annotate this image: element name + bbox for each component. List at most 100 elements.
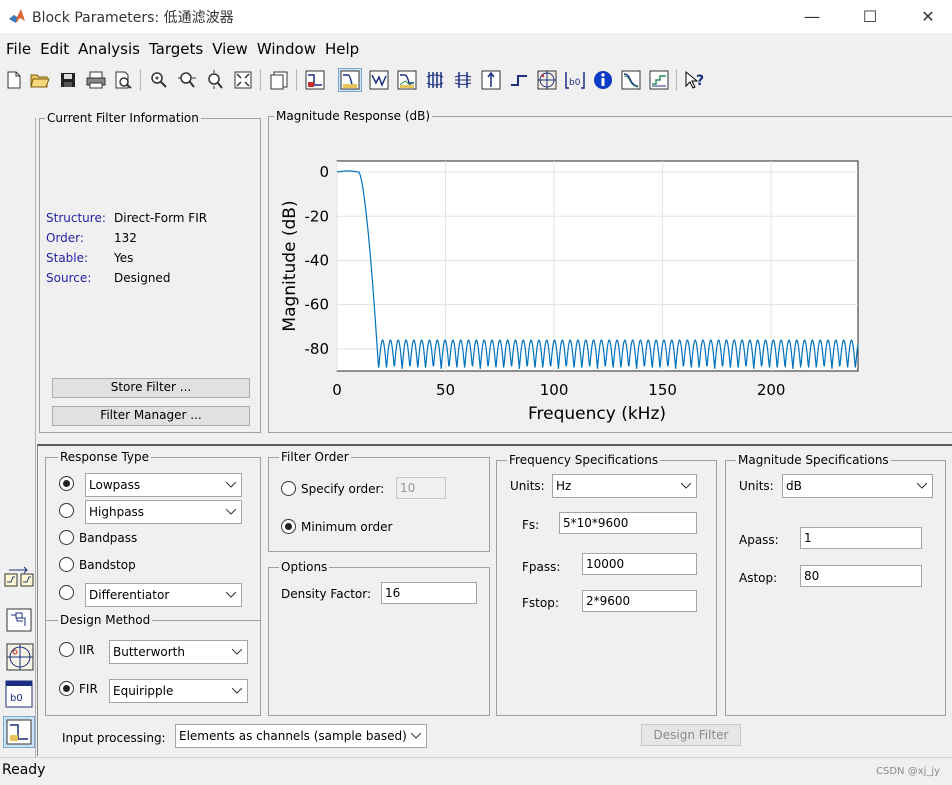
iir-method-select[interactable]: Butterworth — [109, 640, 248, 664]
fir-method-select[interactable]: Equiripple — [109, 679, 248, 703]
menu-help[interactable]: Help — [322, 35, 365, 63]
filter-transform-icon[interactable] — [3, 565, 35, 595]
highpass-radio[interactable] — [59, 503, 74, 518]
open-icon[interactable] — [28, 68, 52, 92]
zoom-y-icon[interactable] — [203, 68, 227, 92]
fs-input[interactable]: 5*10*9600 — [559, 512, 697, 534]
coefficients-icon[interactable]: b0 — [563, 68, 587, 92]
input-processing-select[interactable]: Elements as channels (sample based) — [175, 724, 427, 748]
x-tick-label: 200 — [757, 381, 786, 399]
filter-specs-icon[interactable] — [303, 68, 327, 92]
menu-analysis[interactable]: Analysis — [75, 35, 146, 63]
specify-order-radio[interactable] — [281, 481, 296, 496]
iir-radio[interactable] — [59, 642, 74, 657]
source-label: Source: — [46, 271, 92, 285]
group-delay-icon[interactable] — [423, 68, 447, 92]
bandstop-radio[interactable] — [59, 557, 74, 572]
realize-model-icon[interactable] — [3, 603, 35, 633]
design-filter-button[interactable]: Design Filter — [641, 724, 741, 746]
phase-response-icon[interactable] — [367, 68, 391, 92]
fstop-label: Fstop: — [522, 596, 559, 610]
svg-text:b0: b0 — [569, 78, 581, 88]
print-icon[interactable] — [84, 68, 108, 92]
maximize-button[interactable]: ☐ — [842, 0, 898, 33]
menu-edit[interactable]: Edit — [37, 35, 75, 63]
magnitude-response-chart[interactable]: 0 50 100 150 200 0 -20 -40 -60 -80 Frequency (kHz… — [270, 124, 952, 430]
structure-value: Direct-Form FIR — [114, 211, 208, 225]
pole-zero-icon[interactable] — [535, 68, 559, 92]
order-value: 132 — [114, 231, 137, 245]
stable-label: Stable: — [46, 251, 89, 265]
close-button[interactable]: ✕ — [900, 0, 952, 33]
fstop-input[interactable]: 2*9600 — [582, 590, 697, 612]
iir-label: IIR — [79, 643, 95, 657]
round-off-noise-icon[interactable] — [647, 68, 671, 92]
menu-window[interactable]: Window — [254, 35, 322, 63]
minimize-button[interactable]: — — [784, 0, 840, 33]
magnitude-response-title: Magnitude Response (dB) — [274, 109, 433, 123]
fs-label: Fs: — [522, 518, 540, 532]
differentiator-select[interactable]: Differentiator — [85, 583, 242, 607]
input-processing-label: Input processing: — [62, 731, 166, 745]
x-tick-label: 150 — [648, 381, 677, 399]
fir-radio[interactable] — [59, 681, 74, 696]
filter-info-icon[interactable] — [591, 68, 615, 92]
title-bar: Block Parameters: 低通滤波器 — ☐ ✕ — [0, 0, 952, 33]
zoom-in-icon[interactable] — [147, 68, 171, 92]
impulse-response-icon[interactable] — [479, 68, 503, 92]
lowpass-select[interactable]: Lowpass — [85, 473, 242, 497]
new-figure-icon[interactable] — [267, 68, 291, 92]
fpass-input[interactable]: 10000 — [582, 553, 697, 575]
specify-order-input[interactable]: 10 — [396, 477, 446, 499]
store-filter-button[interactable]: Store Filter ... — [52, 378, 250, 398]
y-tick-label: -80 — [305, 340, 330, 358]
magnitude-response-icon[interactable] — [338, 68, 362, 92]
magnitude-estimate-icon[interactable] — [619, 68, 643, 92]
import-filter-icon[interactable]: b0 — [3, 678, 35, 710]
svg-text:?: ? — [696, 73, 704, 89]
watermark-text: CSDN @xj_jy — [876, 766, 941, 777]
print-preview-icon[interactable] — [111, 68, 135, 92]
apass-input[interactable]: 1 — [800, 527, 922, 549]
pole-zero-editor-icon[interactable] — [3, 640, 35, 672]
structure-label: Structure: — [46, 211, 106, 225]
chevron-down-icon — [227, 641, 247, 663]
toolbar: b0 ? — [0, 65, 952, 95]
zoom-x-icon[interactable] — [175, 68, 199, 92]
menu-file[interactable]: File — [3, 35, 37, 63]
y-tick-label: -60 — [305, 296, 330, 314]
y-tick-label: -40 — [305, 251, 330, 269]
minimum-order-radio[interactable] — [281, 519, 296, 534]
astop-input[interactable]: 80 — [800, 565, 922, 587]
menu-targets[interactable]: Targets — [146, 35, 209, 63]
mag-units-select[interactable]: dB — [782, 474, 933, 498]
svg-text:b0: b0 — [10, 693, 23, 704]
y-tick-label: -20 — [305, 207, 330, 225]
chevron-down-icon — [912, 475, 932, 497]
save-icon[interactable] — [56, 68, 80, 92]
lowpass-label: Lowpass — [89, 478, 141, 492]
filter-manager-button[interactable]: Filter Manager ... — [52, 406, 250, 426]
phase-delay-icon[interactable] — [451, 68, 475, 92]
specify-order-label: Specify order: — [301, 482, 385, 496]
input-processing-value: Elements as channels (sample based) — [179, 729, 407, 743]
response-type-title: Response Type — [58, 450, 152, 464]
menu-view[interactable]: View — [209, 35, 254, 63]
lowpass-radio[interactable] — [59, 476, 74, 491]
full-view-icon[interactable] — [231, 68, 255, 92]
differentiator-label: Differentiator — [89, 588, 170, 602]
bandpass-radio[interactable] — [59, 530, 74, 545]
bandpass-label: Bandpass — [79, 531, 138, 545]
magnitude-phase-icon[interactable] — [395, 68, 419, 92]
freq-units-select[interactable]: Hz — [552, 474, 697, 498]
density-factor-input[interactable]: 16 — [381, 582, 477, 604]
design-filter-mode-icon[interactable] — [3, 716, 35, 748]
magnitude-specs-group: Magnitude Specifications — [725, 453, 946, 716]
new-icon[interactable] — [2, 68, 26, 92]
differentiator-radio[interactable] — [59, 585, 74, 600]
whats-this-icon[interactable]: ? — [683, 68, 707, 92]
step-response-icon[interactable] — [507, 68, 531, 92]
source-value: Designed — [114, 271, 171, 285]
highpass-select[interactable]: Highpass — [85, 500, 242, 524]
toolbar-separator — [140, 69, 141, 91]
